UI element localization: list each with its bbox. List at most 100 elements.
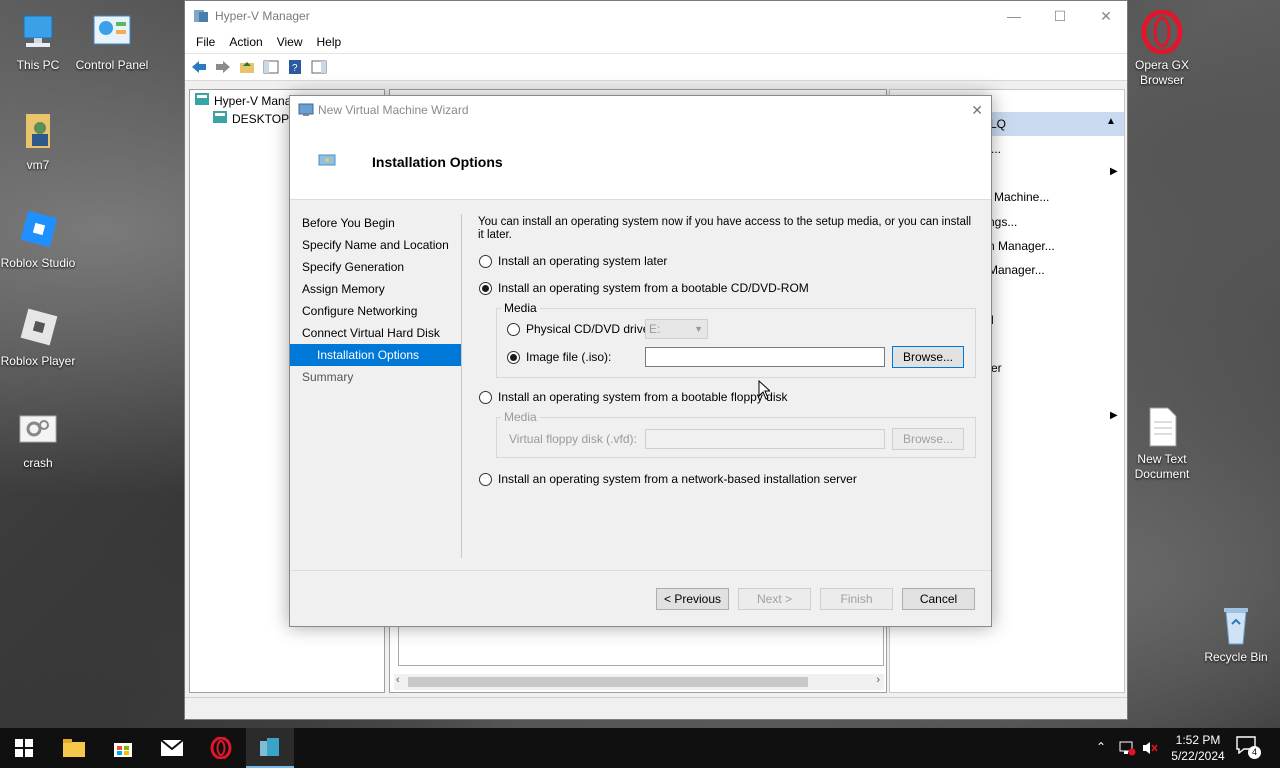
taskbar-hyperv[interactable] xyxy=(246,728,294,768)
desktop-icon-roblox-studio[interactable]: Roblox Studio xyxy=(0,208,76,271)
taskbar-clock[interactable]: 1:52 PM 5/22/2024 xyxy=(1162,732,1234,764)
browse-floppy-button[interactable]: Browse... xyxy=(892,428,964,450)
hyperv-node-icon xyxy=(194,92,210,109)
desktop-icon-vm7[interactable]: vm7 xyxy=(0,110,76,173)
image-file-label: Image file (.iso): xyxy=(526,350,612,364)
show-hidden-icons-chevron-icon[interactable]: ⌃ xyxy=(1096,740,1106,754)
nav-item-summary[interactable]: Summary xyxy=(290,366,461,388)
radio-physical-drive[interactable] xyxy=(507,322,520,336)
minimize-button[interactable]: — xyxy=(991,1,1037,31)
start-button[interactable] xyxy=(0,728,48,768)
cd-media-label: Media xyxy=(501,301,540,315)
taskbar-store[interactable] xyxy=(99,728,147,768)
svg-text:?: ? xyxy=(292,63,298,74)
up-folder-icon[interactable] xyxy=(236,56,258,78)
horizontal-scrollbar[interactable]: ‹ › xyxy=(394,674,884,690)
desktop-icon-label: crash xyxy=(23,456,53,470)
menu-action[interactable]: Action xyxy=(222,35,269,49)
close-button[interactable]: ✕ xyxy=(1083,1,1129,31)
option-install-network[interactable]: Install an operating system from a netwo… xyxy=(479,472,857,486)
radio-install-cd[interactable] xyxy=(479,281,492,295)
option-install-later[interactable]: Install an operating system later xyxy=(479,254,667,268)
desktop-icon-new-text-document[interactable]: New Text Document xyxy=(1124,404,1200,482)
settings-file-icon xyxy=(16,408,60,452)
desktop-icon-this-pc[interactable]: This PC xyxy=(0,10,76,73)
radio-install-floppy[interactable] xyxy=(479,390,492,404)
action-item[interactable]: Manager... xyxy=(988,263,1045,277)
nav-item-hard-disk[interactable]: Connect Virtual Hard Disk xyxy=(290,322,461,344)
taskbar-opera[interactable] xyxy=(197,728,245,768)
intro-text: You can install an operating system now … xyxy=(478,216,972,241)
tree-node-desktop[interactable]: DESKTOP-5 xyxy=(212,110,300,127)
hyperv-title: Hyper-V Manager xyxy=(215,9,310,23)
action-item[interactable]: ... xyxy=(991,142,1001,156)
wizard-content: You can install an operating system now … xyxy=(478,216,978,242)
next-button[interactable]: Next > xyxy=(738,588,811,610)
physical-drive-select[interactable]: E: ▼ xyxy=(645,319,708,339)
show-hide-action-pane-icon[interactable] xyxy=(308,56,330,78)
finish-button[interactable]: Finish xyxy=(820,588,893,610)
nav-item-name-location[interactable]: Specify Name and Location xyxy=(290,234,461,256)
hyperv-menubar: File Action View Help xyxy=(185,31,1127,53)
taskbar-file-explorer[interactable] xyxy=(50,728,98,768)
previous-button[interactable]: < Previous xyxy=(656,588,729,610)
option-physical-drive[interactable]: Physical CD/DVD drive: xyxy=(507,322,653,336)
wizard-close-icon[interactable]: ✕ xyxy=(971,102,983,119)
submenu-arrow-icon[interactable]: ▶ xyxy=(1110,166,1118,177)
option-install-cd[interactable]: Install an operating system from a boota… xyxy=(479,281,809,295)
browse-iso-button[interactable]: Browse... xyxy=(892,346,964,368)
scrollbar-thumb[interactable] xyxy=(408,677,808,687)
network-icon[interactable] xyxy=(1118,740,1136,759)
taskbar-mail[interactable] xyxy=(148,728,196,768)
floppy-label: Virtual floppy disk (.vfd): xyxy=(509,432,637,446)
desktop-icon-recycle-bin[interactable]: Recycle Bin xyxy=(1198,602,1274,665)
desktop-icon-label: This PC xyxy=(16,58,60,72)
tree-node-hyperv[interactable]: Hyper-V Mana xyxy=(194,92,291,109)
cancel-button[interactable]: Cancel xyxy=(902,588,975,610)
radio-install-later[interactable] xyxy=(479,254,492,268)
action-center-button[interactable]: 4 xyxy=(1236,736,1261,760)
desktop-icon-roblox-player[interactable]: Roblox Player xyxy=(0,306,76,369)
menu-help[interactable]: Help xyxy=(310,35,349,49)
radio-image-file[interactable] xyxy=(507,350,520,364)
nav-item-before-you-begin[interactable]: Before You Begin xyxy=(290,212,461,234)
collapse-up-icon[interactable]: ▲ xyxy=(1106,116,1116,127)
floppy-file-input[interactable] xyxy=(645,429,885,449)
action-item[interactable]: n Manager... xyxy=(988,239,1055,253)
option-install-later-label: Install an operating system later xyxy=(498,254,668,268)
wizard-title: New Virtual Machine Wizard xyxy=(318,103,469,117)
desktop-icon-control-panel[interactable]: Control Panel xyxy=(74,10,150,73)
taskbar: ⌃ 1:52 PM 5/22/2024 4 xyxy=(0,728,1280,768)
menu-view[interactable]: View xyxy=(270,35,310,49)
desktop-icon-opera-gx[interactable]: Opera GX Browser xyxy=(1124,9,1200,88)
hyperv-manager-icon xyxy=(260,738,279,756)
scroll-right-icon[interactable]: › xyxy=(876,674,880,686)
nav-item-generation[interactable]: Specify Generation xyxy=(290,256,461,278)
image-file-input[interactable] xyxy=(645,347,885,367)
submenu-arrow-icon[interactable]: ▶ xyxy=(1110,410,1118,421)
desktop-icon-label: vm7 xyxy=(26,158,50,172)
desktop-icon-crash[interactable]: crash xyxy=(0,408,76,471)
action-item[interactable]: l Machine... xyxy=(988,190,1049,204)
show-hide-console-tree-icon[interactable] xyxy=(260,56,282,78)
option-install-floppy[interactable]: Install an operating system from a boota… xyxy=(479,390,788,404)
action-item[interactable]: ngs... xyxy=(988,215,1017,229)
menu-file[interactable]: File xyxy=(189,35,222,49)
desktop-icon-label: Opera GX Browser xyxy=(1134,58,1190,87)
back-arrow-icon[interactable] xyxy=(188,56,210,78)
hyperv-toolbar: ? xyxy=(185,53,1127,81)
nav-item-memory[interactable]: Assign Memory xyxy=(290,278,461,300)
maximize-button[interactable]: ☐ xyxy=(1037,1,1083,31)
volume-muted-icon[interactable] xyxy=(1142,740,1158,759)
scroll-left-icon[interactable]: ‹ xyxy=(396,674,400,686)
action-item[interactable]: er xyxy=(991,361,1002,375)
nav-item-installation-options[interactable]: Installation Options xyxy=(290,344,461,366)
option-image-file[interactable]: Image file (.iso): xyxy=(507,350,611,364)
forward-arrow-icon[interactable] xyxy=(212,56,234,78)
control-panel-icon xyxy=(90,10,134,54)
help-icon[interactable]: ? xyxy=(284,56,306,78)
opera-gx-icon xyxy=(1140,9,1184,55)
actions-header-label: LQ xyxy=(990,117,1007,131)
nav-item-networking[interactable]: Configure Networking xyxy=(290,300,461,322)
radio-install-network[interactable] xyxy=(479,472,492,486)
